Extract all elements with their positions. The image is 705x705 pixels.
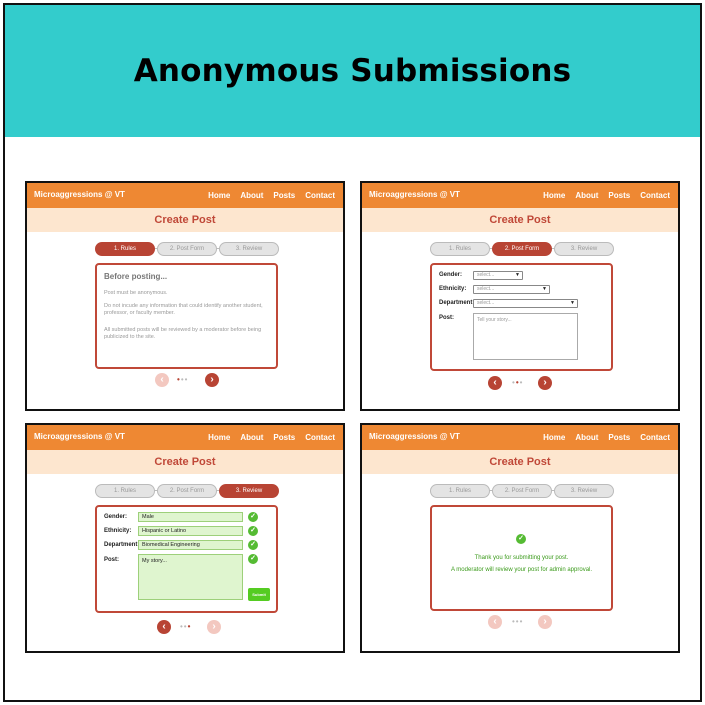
nav-about[interactable]: About xyxy=(240,433,263,442)
slide-title: Anonymous Submissions xyxy=(133,53,572,89)
nav-about[interactable]: About xyxy=(240,191,263,200)
arrow-left-icon: ‹ xyxy=(155,373,169,387)
screen-rules: Microaggressions @ VT Home About Posts C… xyxy=(25,181,345,411)
confirmation-line-1: Thank you for submitting your post. xyxy=(474,555,569,561)
rules-heading: Before posting... xyxy=(104,272,168,281)
step-review[interactable]: 3. Review xyxy=(219,242,279,256)
chevron-down-icon: ▼ xyxy=(515,272,520,278)
arrow-right-icon[interactable]: › xyxy=(205,373,219,387)
nav-contact[interactable]: Contact xyxy=(305,433,335,442)
step-post-form[interactable]: 2. Post Form xyxy=(492,484,552,498)
gender-label: Gender: xyxy=(104,514,128,520)
ethnicity-value: Hispanic or Latino xyxy=(138,526,243,536)
arrow-left-icon[interactable]: ‹ xyxy=(488,376,502,390)
step-post-form[interactable]: 2. Post Form xyxy=(492,242,552,256)
gender-select[interactable]: select... ▼ xyxy=(473,271,523,280)
site-brand[interactable]: Microaggressions @ VT xyxy=(369,432,460,441)
arrow-left-icon: ‹ xyxy=(488,615,502,629)
nav-home[interactable]: Home xyxy=(208,433,230,442)
arrow-right-icon: › xyxy=(538,615,552,629)
step-rules[interactable]: 1. Rules xyxy=(430,484,490,498)
department-value: Biomedical Engineering xyxy=(138,540,243,550)
step-rules[interactable]: 1. Rules xyxy=(95,242,155,256)
pager-dots: ••• xyxy=(180,622,192,631)
confirmation-card: ✓ Thank you for submitting your post. A … xyxy=(430,505,613,611)
arrow-left-icon[interactable]: ‹ xyxy=(157,620,171,634)
gender-label: Gender: xyxy=(439,272,463,278)
post-textarea[interactable]: Tell your story... xyxy=(473,313,578,360)
department-label: Department: xyxy=(439,300,475,306)
step-post-form[interactable]: 2. Post Form xyxy=(157,242,217,256)
step-review[interactable]: 3. Review xyxy=(554,242,614,256)
page-heading: Create Post xyxy=(27,208,343,232)
title-banner: Anonymous Submissions xyxy=(5,5,700,137)
check-icon: ✓ xyxy=(248,540,258,550)
step-review[interactable]: 3. Review xyxy=(219,484,279,498)
rule-item: All submitted posts will be reviewed by … xyxy=(104,327,262,340)
nav-posts[interactable]: Posts xyxy=(273,191,295,200)
ethnicity-label: Ethnicity: xyxy=(104,528,132,534)
arrow-right-icon[interactable]: › xyxy=(538,376,552,390)
step-indicator: 1. Rules 2. Post Form 3. Review xyxy=(430,242,614,256)
ethnicity-label: Ethnicity: xyxy=(439,286,467,292)
confirmation-line-2: A moderator will review your post for ad… xyxy=(450,567,593,573)
department-label: Department: xyxy=(104,542,140,548)
slide-frame: Anonymous Submissions Microaggressions @… xyxy=(3,3,702,702)
rule-item: Post must be anonymous. xyxy=(104,290,168,296)
arrow-right-icon: › xyxy=(207,620,221,634)
submit-button[interactable]: Submit xyxy=(248,588,270,601)
gender-value: Male xyxy=(138,512,243,522)
step-post-form[interactable]: 2. Post Form xyxy=(157,484,217,498)
page-heading: Create Post xyxy=(27,450,343,474)
post-label: Post: xyxy=(104,557,119,563)
screen-confirmation: Microaggressions @ VT Home About Posts C… xyxy=(360,423,680,653)
nav-contact[interactable]: Contact xyxy=(640,191,670,200)
post-form-card: Gender: select... ▼ Ethnicity: select... ▼… xyxy=(430,263,613,371)
step-rules[interactable]: 1. Rules xyxy=(95,484,155,498)
review-card: Gender: Male ✓ Ethnicity: Hispanic or La… xyxy=(95,505,278,613)
nav-home[interactable]: Home xyxy=(208,191,230,200)
nav-about[interactable]: About xyxy=(575,191,598,200)
pager-dots: ••• xyxy=(512,378,524,387)
chevron-down-icon: ▼ xyxy=(570,300,575,306)
page-heading: Create Post xyxy=(362,450,678,474)
step-indicator: 1. Rules 2. Post Form 3. Review xyxy=(95,484,279,498)
rule-item: Do not incude any information that could… xyxy=(104,303,263,316)
nav-contact[interactable]: Contact xyxy=(640,433,670,442)
nav-about[interactable]: About xyxy=(575,433,598,442)
post-value: My story... xyxy=(138,554,243,600)
step-indicator: 1. Rules 2. Post Form 3. Review xyxy=(95,242,279,256)
check-icon: ✓ xyxy=(248,526,258,536)
post-label: Post: xyxy=(439,315,454,321)
check-icon: ✓ xyxy=(248,554,258,564)
site-brand[interactable]: Microaggressions @ VT xyxy=(34,432,125,441)
nav-bar: Microaggressions @ VT Home About Posts C… xyxy=(27,183,343,208)
site-brand[interactable]: Microaggressions @ VT xyxy=(369,190,460,199)
nav-posts[interactable]: Posts xyxy=(608,191,630,200)
nav-contact[interactable]: Contact xyxy=(305,191,335,200)
check-icon: ✓ xyxy=(248,512,258,522)
step-indicator: 1. Rules 2. Post Form 3. Review xyxy=(430,484,614,498)
site-brand[interactable]: Microaggressions @ VT xyxy=(34,190,125,199)
nav-home[interactable]: Home xyxy=(543,191,565,200)
nav-posts[interactable]: Posts xyxy=(608,433,630,442)
page-heading: Create Post xyxy=(362,208,678,232)
pager-dots: ••• xyxy=(177,375,189,384)
screen-review: Microaggressions @ VT Home About Posts C… xyxy=(25,423,345,653)
nav-home[interactable]: Home xyxy=(543,433,565,442)
department-select[interactable]: select... ▼ xyxy=(473,299,578,308)
check-icon: ✓ xyxy=(516,534,526,544)
nav-bar: Microaggressions @ VT Home About Posts C… xyxy=(362,183,678,208)
pager-dots: ••• xyxy=(512,617,524,626)
screen-post-form: Microaggressions @ VT Home About Posts C… xyxy=(360,181,680,411)
nav-bar: Microaggressions @ VT Home About Posts C… xyxy=(27,425,343,450)
step-review[interactable]: 3. Review xyxy=(554,484,614,498)
chevron-down-icon: ▼ xyxy=(542,286,547,292)
nav-bar: Microaggressions @ VT Home About Posts C… xyxy=(362,425,678,450)
nav-posts[interactable]: Posts xyxy=(273,433,295,442)
rules-card: Before posting... Post must be anonymous… xyxy=(95,263,278,369)
ethnicity-select[interactable]: select... ▼ xyxy=(473,285,550,294)
step-rules[interactable]: 1. Rules xyxy=(430,242,490,256)
